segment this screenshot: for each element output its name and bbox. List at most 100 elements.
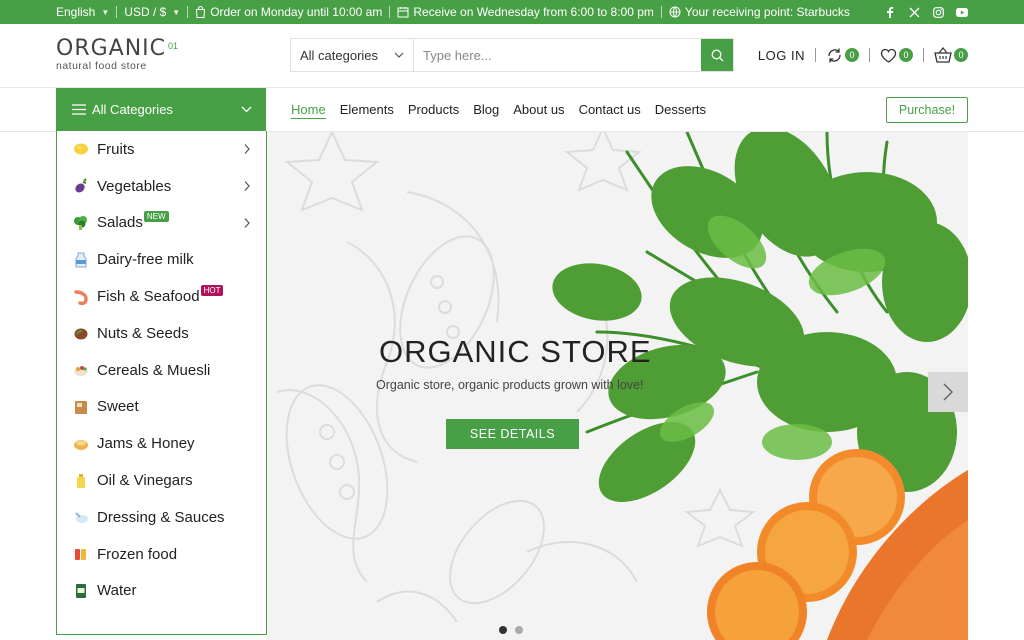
sidebar-item-label: Frozen food: [97, 545, 178, 563]
sidebar-item-cereals-muesli[interactable]: Cereals & Muesli: [57, 352, 266, 389]
sidebar-item-fruits[interactable]: Fruits: [57, 131, 266, 168]
nav-home[interactable]: Home: [291, 88, 326, 131]
sidebar-item-oil-vinegars[interactable]: Oil & Vinegars: [57, 462, 266, 499]
main-navigation-row: All Categories Home Elements Products Bl…: [0, 88, 1024, 132]
sidebar-item-label: Fruits: [97, 140, 135, 158]
basket-icon: [934, 47, 952, 63]
slider-pagination: [499, 626, 523, 634]
search-icon: [711, 49, 723, 61]
sidebar-item-fish-seafood[interactable]: Fish & Seafood HOT: [57, 278, 266, 315]
search-button[interactable]: [701, 39, 733, 71]
shopping-bag-icon: [196, 6, 206, 18]
sidebar-item-dairy-free-milk[interactable]: Dairy-free milk: [57, 241, 266, 278]
receive-note-text: Receive on Wednesday from 6:00 to 8:00 p…: [413, 5, 654, 19]
sidebar-item-sweet[interactable]: Sweet: [57, 389, 266, 426]
nav-contact-us[interactable]: Contact us: [579, 88, 641, 131]
chevron-down-icon: ▼: [172, 7, 181, 17]
hot-badge: HOT: [200, 285, 224, 297]
sidebar-item-water[interactable]: Water: [57, 573, 266, 610]
nav-desserts[interactable]: Desserts: [655, 88, 706, 131]
site-logo[interactable]: ORGANIC 01 natural food store: [56, 36, 178, 72]
search-category-label: All categories: [300, 47, 379, 63]
sauce-icon: [72, 508, 90, 526]
sidebar-item-frozen-food[interactable]: Frozen food: [57, 536, 266, 573]
logo-tagline: natural food store: [56, 60, 147, 72]
wishlist-count-badge: 0: [899, 48, 913, 62]
divider: [869, 48, 870, 62]
hero-subtitle: Organic store, organic products grown wi…: [376, 378, 644, 392]
logo-name: ORGANIC: [56, 36, 167, 61]
oil-bottle-icon: [72, 472, 90, 490]
sidebar-item-vegetables[interactable]: Vegetables: [57, 168, 266, 205]
wishlist-button[interactable]: 0: [880, 48, 913, 63]
sidebar-item-nuts-seeds[interactable]: Nuts & Seeds: [57, 315, 266, 352]
hero-title: ORGANIC STORE: [379, 334, 652, 369]
nav-elements[interactable]: Elements: [340, 88, 394, 131]
sidebar-item-salads[interactable]: Salads NEW: [57, 205, 266, 242]
chevron-right-icon: [943, 383, 953, 401]
sidebar-item-label: Jams & Honey: [97, 435, 195, 453]
compare-button[interactable]: 0: [826, 47, 859, 64]
eggplant-icon: [72, 177, 90, 195]
slider-dot-1[interactable]: [499, 626, 507, 634]
sidebar-item-label: Oil & Vinegars: [97, 472, 193, 490]
cart-button[interactable]: 0: [934, 47, 968, 63]
compare-icon: [828, 48, 841, 62]
divider: [187, 6, 189, 18]
language-selector[interactable]: English ▼: [56, 5, 109, 19]
facebook-icon[interactable]: [884, 6, 896, 18]
sidebar-item-label: Water: [97, 582, 137, 600]
new-badge: NEW: [143, 211, 169, 223]
category-sidebar: Fruits Vegetables Salads NEW Dairy-free …: [56, 131, 267, 635]
order-note-text: Order on Monday until 10:00 am: [210, 5, 383, 19]
divider: [815, 48, 816, 62]
chevron-down-icon: [394, 52, 404, 58]
divider: [923, 48, 924, 62]
frozen-icon: [72, 545, 90, 563]
search-category-select[interactable]: All categories: [291, 39, 414, 71]
chevron-right-icon: [244, 181, 250, 192]
sidebar-item-label: Dairy-free milk: [97, 251, 194, 269]
logo-sup: 01: [168, 40, 179, 51]
search-input[interactable]: [414, 39, 701, 71]
currency-label: USD / $: [124, 5, 167, 19]
globe-icon: [669, 6, 681, 18]
youtube-icon[interactable]: [956, 6, 968, 18]
sidebar-item-label: Cereals & Muesli: [97, 361, 211, 379]
cereal-bowl-icon: [72, 361, 90, 379]
hero-slider: ORGANIC STORE Organic store, organic pro…: [267, 132, 968, 640]
heart-icon: [880, 48, 897, 63]
x-twitter-icon[interactable]: [908, 6, 920, 18]
menu-icon: [72, 104, 86, 115]
sidebar-item-jams-honey[interactable]: Jams & Honey: [57, 425, 266, 462]
nav-blog[interactable]: Blog: [473, 88, 499, 131]
nav-products[interactable]: Products: [408, 88, 459, 131]
sidebar-item-label: Salads: [97, 214, 143, 232]
language-label: English: [56, 5, 96, 19]
calendar-icon: [397, 7, 409, 18]
milk-icon: [72, 251, 90, 269]
see-details-button[interactable]: SEE DETAILS: [446, 419, 579, 449]
main-menu: Home Elements Products Blog About us Con…: [291, 88, 706, 131]
chevron-down-icon: [241, 106, 252, 113]
login-link[interactable]: LOG IN: [758, 48, 805, 63]
nav-about-us[interactable]: About us: [513, 88, 564, 131]
sidebar-item-label: Vegetables: [97, 177, 172, 195]
compare-count-badge: 0: [845, 48, 859, 62]
instagram-icon[interactable]: [932, 6, 944, 18]
nut-icon: [72, 324, 90, 342]
all-categories-toggle[interactable]: All Categories: [56, 88, 266, 131]
divider: [116, 6, 118, 18]
water-bottle-icon: [72, 582, 90, 600]
slider-next-button[interactable]: [928, 372, 968, 412]
cart-count-badge: 0: [954, 48, 968, 62]
purchase-button[interactable]: Purchase!: [886, 97, 968, 123]
currency-selector[interactable]: USD / $ ▼: [124, 5, 180, 19]
broccoli-icon: [72, 214, 90, 232]
social-links: [884, 0, 968, 24]
divider: [389, 6, 391, 18]
slider-dot-2[interactable]: [515, 626, 523, 634]
pickup-note-text: Your receiving point: Starbucks: [684, 5, 850, 19]
sidebar-item-label: Nuts & Seeds: [97, 324, 189, 342]
sidebar-item-dressing-sauces[interactable]: Dressing & Sauces: [57, 499, 266, 536]
